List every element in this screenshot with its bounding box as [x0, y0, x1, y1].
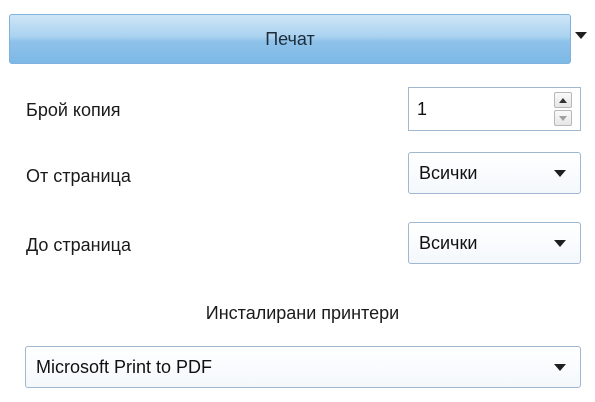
printer-select[interactable]: Microsoft Print to PDF [25, 346, 581, 388]
from-page-selected: Всички [419, 162, 478, 183]
chevron-down-icon [554, 239, 566, 247]
spin-down-button[interactable] [554, 110, 572, 126]
printer-selected: Microsoft Print to PDF [36, 356, 213, 377]
to-page-selected: Всички [419, 232, 478, 253]
to-page-label: До страница [26, 235, 131, 255]
chevron-down-icon [554, 169, 566, 177]
print-header-button[interactable]: Печат [9, 14, 571, 64]
to-page-select[interactable]: Всички [408, 222, 581, 264]
copies-spinner[interactable]: 1 [408, 87, 581, 131]
installed-printers-heading: Инсталирани принтери [205, 303, 400, 323]
from-page-label: От страница [26, 166, 131, 186]
spin-up-icon [559, 97, 567, 103]
spinner-buttons [554, 88, 580, 130]
from-page-select[interactable]: Всички [408, 152, 581, 194]
print-header-title: Печат [265, 28, 315, 49]
header-chevron-down-icon[interactable] [575, 32, 587, 39]
spin-down-icon [559, 115, 567, 121]
chevron-down-icon [554, 363, 566, 371]
spin-up-button[interactable] [554, 92, 572, 108]
copies-value[interactable]: 1 [409, 88, 554, 130]
copies-label: Брой копия [26, 100, 121, 120]
